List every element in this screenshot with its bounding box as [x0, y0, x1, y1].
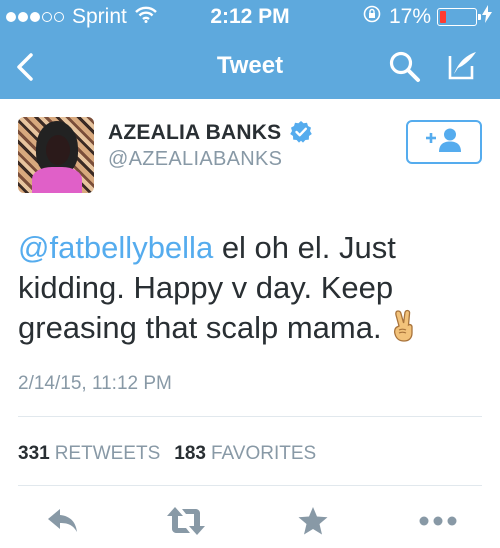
display-name[interactable]: AZEALIA BANKS [108, 121, 281, 145]
charging-icon [482, 5, 492, 29]
compose-icon[interactable] [444, 48, 480, 89]
divider [18, 485, 482, 486]
divider [18, 416, 482, 417]
status-bar: Sprint 2:12 PM 17% [0, 0, 500, 34]
retweets-count[interactable]: 331 [18, 443, 50, 465]
reply-icon[interactable] [46, 505, 80, 542]
favorites-label[interactable]: FAVORITES [211, 443, 316, 465]
nav-bar: Tweet [0, 34, 500, 99]
favorites-count[interactable]: 183 [174, 443, 206, 465]
tweet-timestamp: 2/14/15, 11:12 PM [18, 373, 172, 394]
retweets-label[interactable]: RETWEETS [55, 443, 161, 465]
more-icon[interactable] [418, 505, 458, 542]
tweet-text: @fatbellybella el oh el. Just kidding. H… [18, 228, 458, 352]
status-right: 17% [363, 5, 492, 29]
follow-button[interactable] [406, 120, 482, 164]
mention-link[interactable]: @fatbellybella [18, 230, 213, 265]
top-bar: Sprint 2:12 PM 17% Tweet [0, 0, 500, 99]
victory-hand-emoji-icon [390, 308, 416, 352]
retweet-icon[interactable] [166, 505, 206, 542]
follow-icon [424, 127, 464, 158]
verified-icon [289, 120, 313, 149]
battery-icon [437, 8, 481, 26]
avatar[interactable] [18, 117, 94, 193]
tweet-stats: 331 RETWEETS 183 FAVORITES [18, 443, 330, 465]
favorite-icon[interactable] [297, 505, 329, 542]
battery-fill [440, 11, 446, 23]
battery-percent: 17% [388, 5, 431, 28]
nav-title: Tweet [216, 52, 284, 79]
search-icon[interactable] [388, 50, 422, 89]
username-handle[interactable]: @AZEALIABANKS [108, 148, 282, 171]
rotation-lock-icon [363, 5, 381, 29]
